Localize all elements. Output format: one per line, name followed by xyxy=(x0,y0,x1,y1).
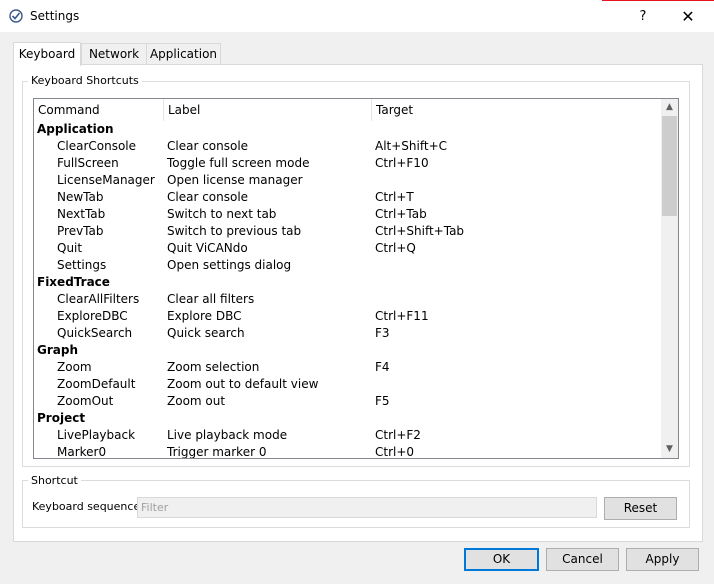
tab-application[interactable]: Application xyxy=(146,43,221,65)
tree-group-row[interactable]: Application xyxy=(34,121,661,138)
label-cell: Quit ViCANdo xyxy=(167,241,248,255)
tree-row[interactable]: ClearAllFilters Clear all filters xyxy=(34,291,661,308)
tree-row[interactable]: LivePlayback Live playback mode Ctrl+F2 xyxy=(34,427,661,444)
target-cell: Ctrl+F11 xyxy=(375,309,429,323)
target-cell: F5 xyxy=(375,394,390,408)
apply-button[interactable]: Apply xyxy=(626,548,699,571)
label-cell: Clear all filters xyxy=(167,292,255,306)
command-cell: Settings xyxy=(57,258,107,272)
target-cell: Ctrl+F2 xyxy=(375,428,421,442)
tree-header: Command Label Target xyxy=(34,99,661,121)
command-cell: PrevTab xyxy=(57,224,104,238)
command-cell: ClearAllFilters xyxy=(57,292,140,306)
command-cell: FullScreen xyxy=(57,156,119,170)
command-cell: Project xyxy=(37,411,86,425)
tree-row[interactable]: QuickSearch Quick search F3 xyxy=(34,325,661,342)
title-accent-line xyxy=(602,0,714,1)
command-cell: Graph xyxy=(37,343,78,357)
command-cell: Application xyxy=(37,122,114,136)
help-button[interactable]: ? xyxy=(621,4,665,30)
command-cell: ExploreDBC xyxy=(57,309,128,323)
column-header-command[interactable]: Command xyxy=(34,99,164,121)
label-cell: Trigger marker 0 xyxy=(167,445,267,459)
label-cell: Switch to previous tab xyxy=(167,224,302,238)
tree-row[interactable]: Settings Open settings dialog xyxy=(34,257,661,274)
tree-row[interactable]: Marker0 Trigger marker 0 Ctrl+0 xyxy=(34,444,661,459)
tree-rows: Application ClearConsole Clear console Alt+… xyxy=(34,121,661,459)
ok-button[interactable]: OK xyxy=(464,548,539,571)
target-cell: Ctrl+0 xyxy=(375,445,415,459)
reset-button[interactable]: Reset xyxy=(604,497,677,520)
tree-group-row[interactable]: Project xyxy=(34,410,661,427)
command-cell: Quit xyxy=(57,241,83,255)
title-bar: Settings ? ✕ xyxy=(0,0,714,32)
target-cell: Ctrl+Q xyxy=(375,241,416,255)
label-cell: Quick search xyxy=(167,326,245,340)
keyboard-sequence-label: Keyboard sequence: xyxy=(32,500,144,513)
target-cell: Alt+Shift+C xyxy=(375,139,448,153)
label-cell: Clear console xyxy=(167,190,249,204)
tree-row[interactable]: NextTab Switch to next tab Ctrl+Tab xyxy=(34,206,661,223)
cancel-button[interactable]: Cancel xyxy=(546,548,619,571)
tree-row[interactable]: LicenseManager Open license manager xyxy=(34,172,661,189)
scroll-thumb[interactable] xyxy=(662,116,677,216)
column-header-label[interactable]: Label xyxy=(164,99,372,121)
tree-row[interactable]: PrevTab Switch to previous tab Ctrl+Shift+… xyxy=(34,223,661,240)
command-cell: FixedTrace xyxy=(37,275,110,289)
keyboard-sequence-input[interactable] xyxy=(138,498,596,517)
label-cell: Clear console xyxy=(167,139,249,153)
app-icon xyxy=(9,9,23,23)
tree-row[interactable]: FullScreen Toggle full screen mode Ctrl+F1… xyxy=(34,155,661,172)
column-header-target[interactable]: Target xyxy=(372,99,661,121)
label-cell: Zoom out to default view xyxy=(167,377,319,391)
target-cell: F4 xyxy=(375,360,390,374)
vertical-scrollbar[interactable]: ▲ ▼ xyxy=(661,99,678,458)
command-cell: LicenseManager xyxy=(57,173,155,187)
label-cell: Open license manager xyxy=(167,173,303,187)
command-cell: ZoomOut xyxy=(57,394,114,408)
tab-keyboard[interactable]: Keyboard xyxy=(13,42,81,66)
command-cell: ZoomDefault xyxy=(57,377,136,391)
command-cell: Marker0 xyxy=(57,445,107,459)
command-cell: Zoom xyxy=(57,360,92,374)
tree-row[interactable]: ClearConsole Clear console Alt+Shift+C xyxy=(34,138,661,155)
tree-row[interactable]: Quit Quit ViCANdo Ctrl+Q xyxy=(34,240,661,257)
target-cell: Ctrl+Shift+Tab xyxy=(375,224,465,238)
command-cell: LivePlayback xyxy=(57,428,136,442)
command-cell: QuickSearch xyxy=(57,326,133,340)
tree-group-row[interactable]: FixedTrace xyxy=(34,274,661,291)
scroll-up-icon[interactable]: ▲ xyxy=(661,99,678,116)
tree-row[interactable]: ExploreDBC Explore DBC Ctrl+F11 xyxy=(34,308,661,325)
scroll-down-icon[interactable]: ▼ xyxy=(661,441,678,458)
label-cell: Switch to next tab xyxy=(167,207,277,221)
label-cell: Explore DBC xyxy=(167,309,242,323)
keyboard-shortcuts-group-label: Keyboard Shortcuts xyxy=(28,74,142,87)
label-cell: Zoom selection xyxy=(167,360,260,374)
target-cell: Ctrl+T xyxy=(375,190,414,204)
label-cell: Live playback mode xyxy=(167,428,288,442)
label-cell: Zoom out xyxy=(167,394,226,408)
shortcut-group-label: Shortcut xyxy=(28,474,81,487)
filter-field[interactable] xyxy=(137,497,597,518)
target-cell: F3 xyxy=(375,326,390,340)
command-cell: NewTab xyxy=(57,190,104,204)
shortcuts-tree[interactable]: Command Label Target Application ClearCon… xyxy=(33,98,679,459)
target-cell: Ctrl+F10 xyxy=(375,156,429,170)
target-cell: Ctrl+Tab xyxy=(375,207,427,221)
tree-row[interactable]: NewTab Clear console Ctrl+T xyxy=(34,189,661,206)
close-button[interactable]: ✕ xyxy=(666,4,710,30)
tree-row[interactable]: ZoomDefault Zoom out to default view xyxy=(34,376,661,393)
label-cell: Toggle full screen mode xyxy=(167,156,310,170)
command-cell: ClearConsole xyxy=(57,139,137,153)
tree-row[interactable]: Zoom Zoom selection F4 xyxy=(34,359,661,376)
window-title: Settings xyxy=(30,9,80,23)
tree-row[interactable]: ZoomOut Zoom out F5 xyxy=(34,393,661,410)
tree-group-row[interactable]: Graph xyxy=(34,342,661,359)
command-cell: NextTab xyxy=(57,207,106,221)
label-cell: Open settings dialog xyxy=(167,258,292,272)
tab-network[interactable]: Network xyxy=(81,43,147,65)
